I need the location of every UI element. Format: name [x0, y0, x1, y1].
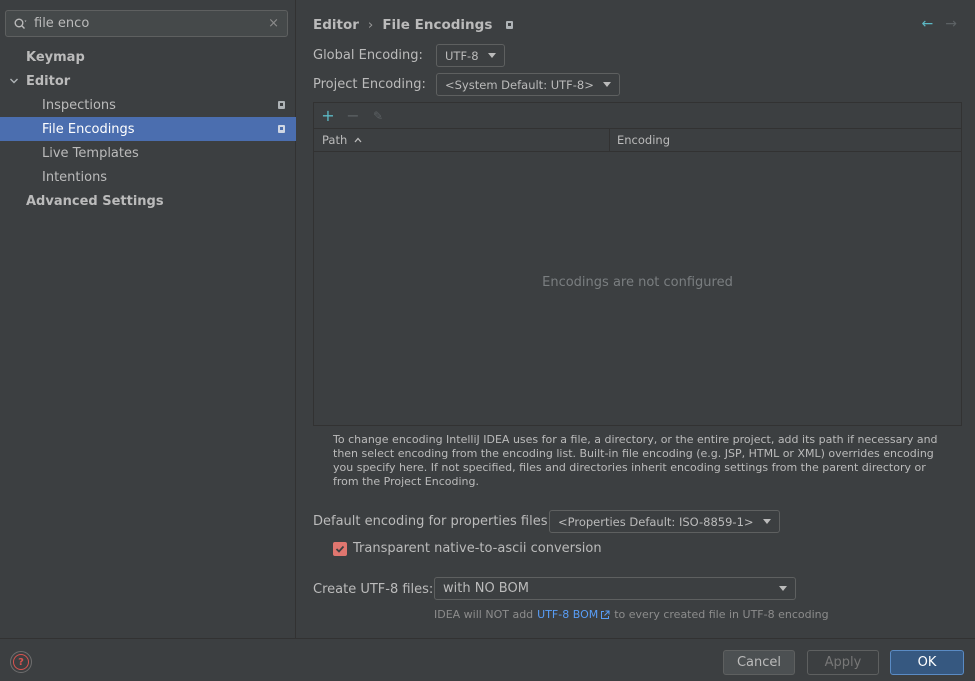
- breadcrumb-parent[interactable]: Editor: [313, 17, 359, 33]
- empty-state-text: Encodings are not configured: [542, 274, 733, 290]
- help-button[interactable]: ?: [10, 651, 32, 673]
- utf8-bom-link-label: UTF-8 BOM: [537, 608, 599, 621]
- checkmark-icon: [335, 545, 345, 553]
- native-to-ascii-checkbox-row[interactable]: Transparent native-to-ascii conversion: [333, 541, 602, 556]
- breadcrumb-separator: ›: [367, 17, 374, 33]
- settings-sidebar: × Keymap Editor Inspections File Encodin…: [0, 0, 296, 638]
- chevron-down-icon: [602, 82, 611, 87]
- back-arrow-icon[interactable]: ←: [922, 16, 934, 32]
- navigation-arrows: ← →: [922, 16, 957, 32]
- breadcrumb: Editor › File Encodings: [313, 16, 514, 34]
- column-header-label: Path: [322, 133, 348, 147]
- project-scope-icon: [278, 101, 285, 109]
- utf8-bom-select[interactable]: with NO BOM: [434, 577, 796, 600]
- global-encoding-value: UTF-8: [445, 48, 479, 63]
- external-link-icon: [601, 610, 610, 619]
- chevron-down-icon: [487, 53, 496, 58]
- dialog-footer: ? Cancel Apply OK: [0, 638, 975, 681]
- settings-search-box[interactable]: ×: [5, 10, 288, 37]
- bom-info-text: IDEA will NOT add UTF-8 BOM to every cre…: [434, 608, 829, 621]
- sidebar-item-label: Editor: [26, 73, 71, 89]
- properties-encoding-select[interactable]: <Properties Default: ISO-8859-1>: [549, 510, 780, 533]
- settings-tree: Keymap Editor Inspections File Encodings…: [0, 45, 296, 213]
- utf8-bom-link[interactable]: UTF-8 BOM: [537, 608, 610, 621]
- bom-info-suffix: to every created file in UTF-8 encoding: [614, 608, 829, 621]
- sidebar-item-file-encodings[interactable]: File Encodings: [0, 117, 296, 141]
- remove-icon[interactable]: −: [346, 107, 360, 124]
- sidebar-item-label: Keymap: [26, 49, 85, 65]
- global-encoding-select[interactable]: UTF-8: [436, 44, 505, 67]
- settings-content: Editor › File Encodings ← → Global Encod…: [297, 0, 975, 638]
- project-encoding-select[interactable]: <System Default: UTF-8>: [436, 73, 620, 96]
- sidebar-item-label: Intentions: [42, 169, 108, 185]
- properties-encoding-label: Default encoding for properties files:: [313, 514, 552, 529]
- sidebar-item-inspections[interactable]: Inspections: [0, 93, 296, 117]
- bom-info-prefix: IDEA will NOT add: [434, 608, 534, 621]
- properties-encoding-value: <Properties Default: ISO-8859-1>: [558, 514, 754, 529]
- sidebar-item-keymap[interactable]: Keymap: [0, 45, 296, 69]
- settings-search-input[interactable]: [34, 16, 269, 31]
- project-encoding-label: Project Encoding:: [313, 77, 426, 92]
- sidebar-item-advanced-settings[interactable]: Advanced Settings: [0, 189, 296, 213]
- sort-ascending-icon: [354, 137, 362, 143]
- path-encodings-table: + − ✎ Path Encoding Encodings are not co…: [313, 102, 962, 426]
- sidebar-item-editor[interactable]: Editor: [0, 69, 296, 93]
- page-title: File Encodings: [382, 17, 493, 33]
- ok-button[interactable]: OK: [890, 650, 964, 675]
- column-header-encoding[interactable]: Encoding: [610, 129, 961, 151]
- chevron-down-icon: [762, 519, 771, 524]
- help-icon: ?: [13, 654, 29, 670]
- sidebar-item-live-templates[interactable]: Live Templates: [0, 141, 296, 165]
- chevron-down-icon: [779, 586, 787, 591]
- column-header-label: Encoding: [617, 133, 670, 147]
- forward-arrow-icon[interactable]: →: [945, 16, 957, 32]
- native-to-ascii-label: Transparent native-to-ascii conversion: [353, 541, 602, 556]
- edit-icon[interactable]: ✎: [371, 108, 385, 124]
- table-header: Path Encoding: [314, 128, 961, 152]
- cancel-button[interactable]: Cancel: [723, 650, 795, 675]
- table-toolbar: + − ✎: [314, 103, 961, 128]
- project-encoding-value: <System Default: UTF-8>: [445, 77, 594, 92]
- sidebar-item-label: Inspections: [42, 97, 116, 113]
- project-scope-icon: [278, 125, 285, 133]
- sidebar-item-label: Live Templates: [42, 145, 139, 161]
- sidebar-item-intentions[interactable]: Intentions: [0, 165, 296, 189]
- chevron-down-icon[interactable]: [9, 76, 19, 86]
- project-scope-icon: [506, 21, 514, 29]
- search-icon: [14, 18, 27, 29]
- encoding-help-text: To change encoding IntelliJ IDEA uses fo…: [333, 433, 938, 488]
- clear-search-icon[interactable]: ×: [268, 16, 279, 31]
- column-header-path[interactable]: Path: [314, 129, 610, 151]
- add-icon[interactable]: +: [321, 107, 335, 124]
- sidebar-item-label: File Encodings: [42, 121, 135, 137]
- utf8-files-label: Create UTF-8 files:: [313, 582, 434, 597]
- table-empty-state: Encodings are not configured: [314, 153, 961, 425]
- apply-button[interactable]: Apply: [807, 650, 879, 675]
- native-to-ascii-checkbox[interactable]: [333, 541, 347, 556]
- global-encoding-label: Global Encoding:: [313, 48, 423, 63]
- sidebar-item-label: Advanced Settings: [26, 193, 164, 209]
- utf8-bom-value: with NO BOM: [443, 581, 529, 596]
